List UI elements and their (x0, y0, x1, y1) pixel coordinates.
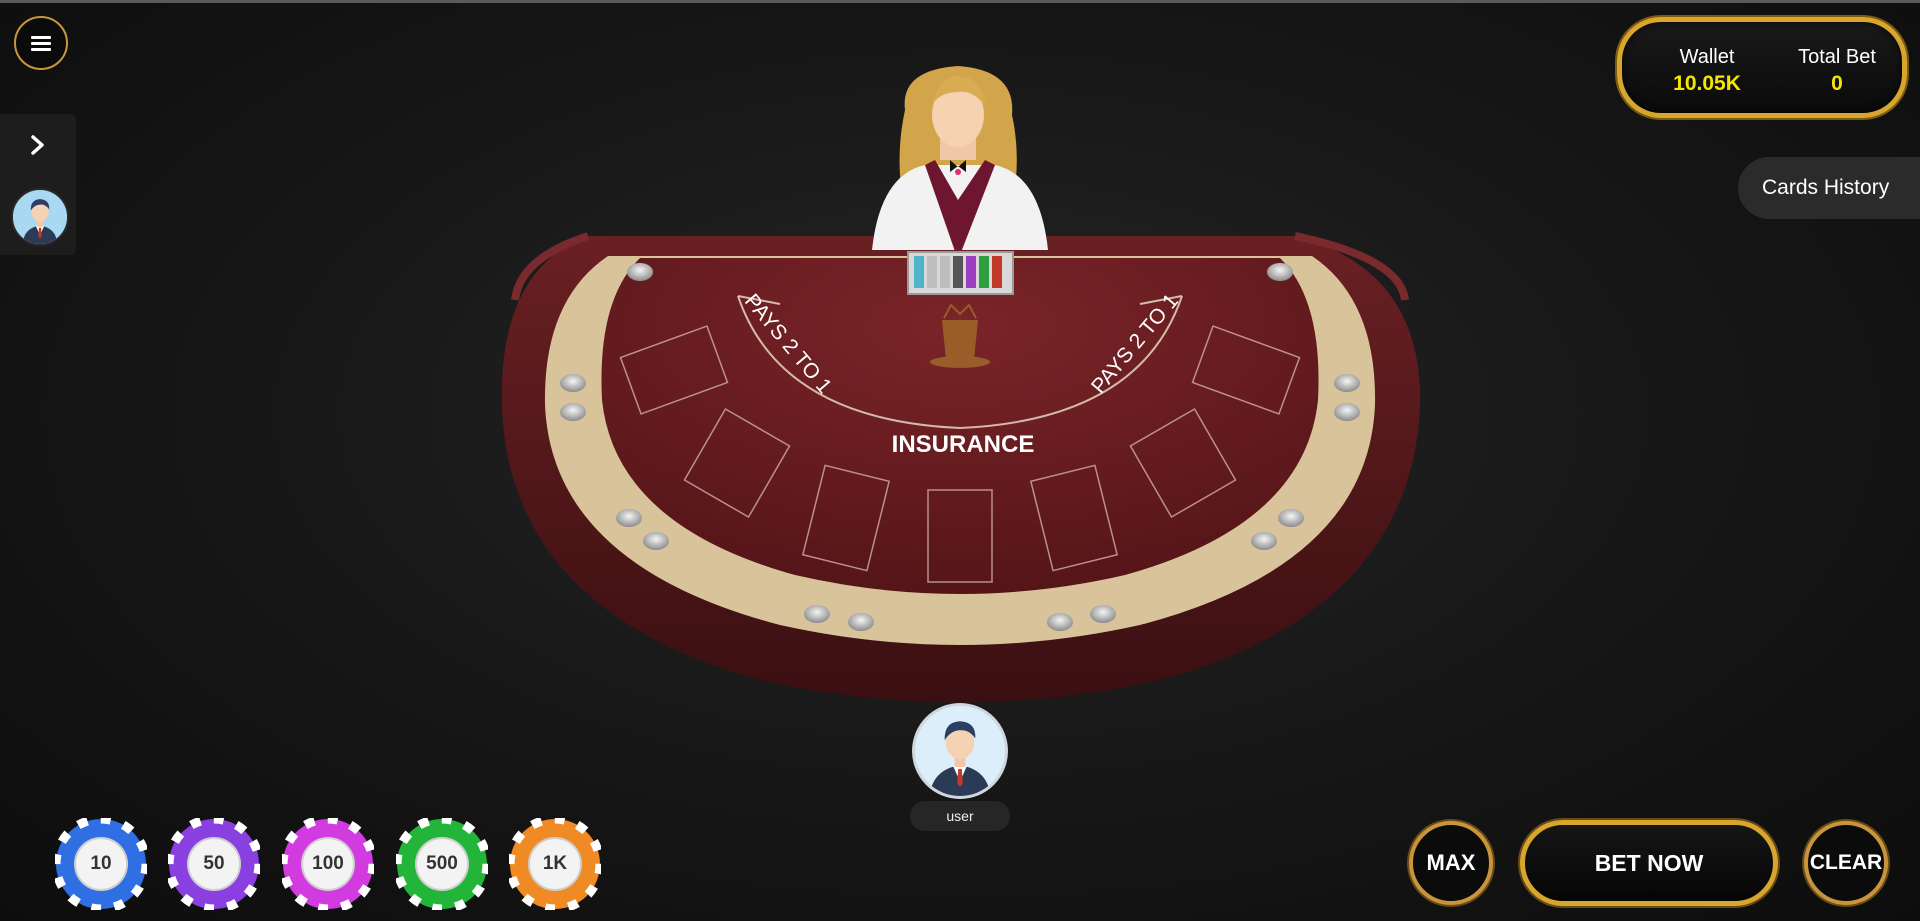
player-avatar[interactable] (912, 703, 1008, 799)
player-name: user (910, 801, 1010, 831)
insurance-label: INSURANCE (892, 431, 1035, 458)
chip-100[interactable]: 100 (278, 814, 378, 914)
dealer (872, 66, 1048, 260)
bet-now-button[interactable]: BET NOW (1520, 820, 1778, 906)
clear-label: CLEAR (1809, 851, 1883, 874)
player-avatar-icon (915, 706, 1005, 796)
clear-button[interactable]: CLEAR (1804, 821, 1888, 905)
chip-label: 1K (528, 837, 582, 891)
dealer-chip-rack (907, 251, 1014, 295)
max-button[interactable]: MAX (1409, 821, 1493, 905)
chip-1k[interactable]: 1K (505, 814, 605, 914)
bet-now-label: BET NOW (1594, 849, 1704, 876)
chip-label: 10 (74, 837, 128, 891)
chip-50[interactable]: 50 (164, 814, 264, 914)
max-label: MAX (1426, 850, 1476, 875)
chip-label: 100 (301, 837, 355, 891)
chip-500[interactable]: 500 (392, 814, 492, 914)
chip-10[interactable]: 10 (51, 814, 151, 914)
chip-label: 500 (415, 837, 469, 891)
chip-label: 50 (187, 837, 241, 891)
